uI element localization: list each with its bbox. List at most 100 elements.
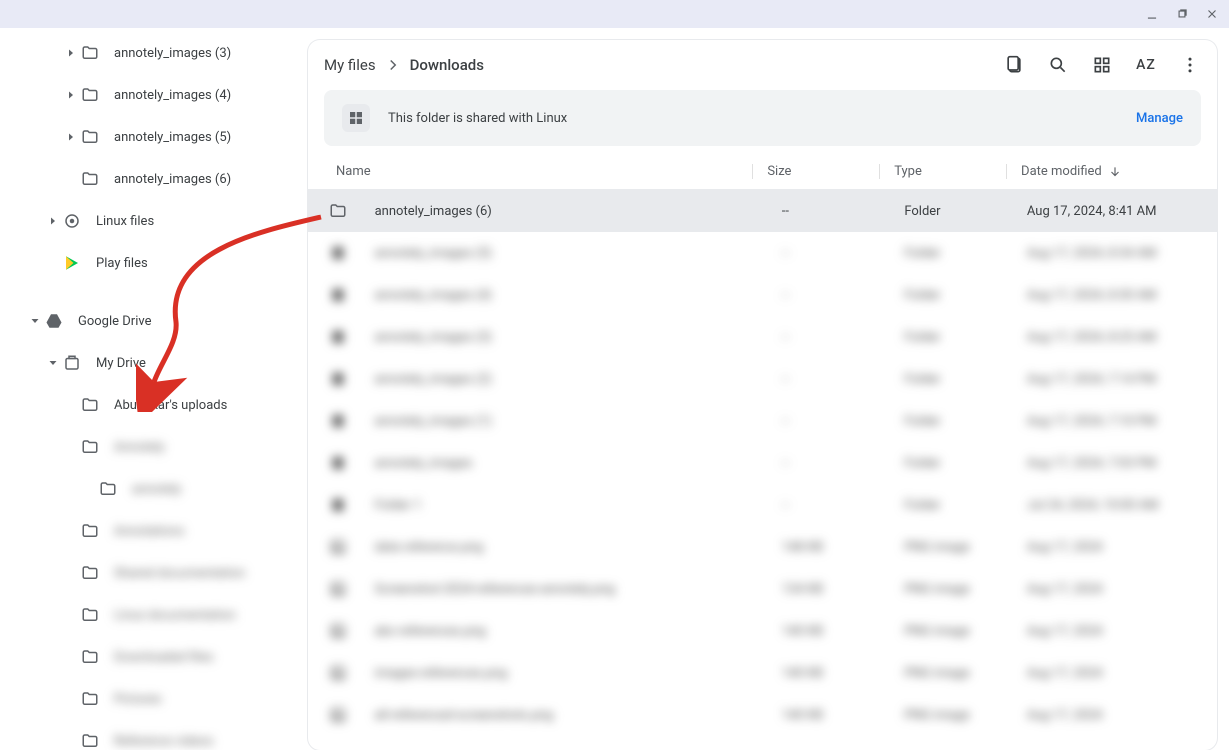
sidebar-item-label: My Drive — [96, 356, 146, 371]
main-panel: My files Downloads AZ — [308, 28, 1229, 750]
file-row[interactable]: data reference.png148 KBPNG imageAug 17,… — [308, 526, 1217, 568]
col-type-header[interactable]: Type — [879, 164, 1006, 179]
breadcrumb-root[interactable]: My files — [324, 56, 376, 74]
sidebar-item-label: annotely_images (3) — [114, 46, 231, 61]
file-row[interactable]: annotely_images (6)--FolderAug 17, 2024,… — [308, 190, 1217, 232]
sidebar-item[interactable]: Downloaded files — [0, 636, 308, 678]
file-row[interactable]: abc-references.png140 KBPNG imageAug 17,… — [308, 610, 1217, 652]
folder-icon — [80, 605, 100, 625]
file-type: PNG image — [890, 582, 1013, 597]
expand-icon[interactable] — [44, 254, 62, 272]
folder-icon — [328, 200, 349, 222]
toolbar: AZ — [1003, 54, 1201, 76]
col-name-header[interactable]: Name — [324, 164, 752, 179]
file-row[interactable]: annotely_images (4)--FolderAug 17, 2024,… — [308, 274, 1217, 316]
chevron-right-icon — [384, 56, 402, 74]
sidebar-item[interactable]: Play files — [0, 242, 308, 284]
col-size-header[interactable]: Size — [752, 164, 879, 179]
file-date: Aug 17, 2024, 8:25 AM — [1013, 330, 1201, 345]
expand-icon[interactable] — [62, 690, 80, 708]
folder-icon — [80, 127, 100, 147]
sidebar-item[interactable]: Shared documentation — [0, 552, 308, 594]
expand-icon[interactable] — [62, 128, 80, 146]
col-date-header[interactable]: Date modified — [1006, 164, 1201, 179]
file-name: abc-references.png — [375, 624, 768, 639]
sidebar-item[interactable]: annotely_images (5) — [0, 116, 308, 158]
file-row[interactable]: annotely_images (1)--FolderAug 17, 2024,… — [308, 400, 1217, 442]
img-icon — [328, 662, 349, 684]
sidebar-item[interactable]: Abubakar's uploads — [0, 384, 308, 426]
expand-icon[interactable] — [62, 732, 80, 750]
file-size: -- — [768, 246, 891, 261]
expand-icon[interactable] — [62, 606, 80, 624]
search-button[interactable] — [1047, 54, 1069, 76]
window-minimize-button[interactable] — [1143, 5, 1161, 23]
folder-icon — [80, 395, 100, 415]
file-date: Aug 17, 2024, 7:03 PM — [1013, 456, 1201, 471]
sidebar-item[interactable]: annotely_images (3) — [0, 32, 308, 74]
file-row[interactable]: annotely_images (2)--FolderAug 17, 2024,… — [308, 358, 1217, 400]
sidebar-item[interactable]: My Drive — [0, 342, 308, 384]
file-date: Aug 17, 2024, 8:34 AM — [1013, 246, 1201, 261]
folder-icon — [98, 479, 118, 499]
expand-icon[interactable] — [62, 648, 80, 666]
folder-icon — [80, 437, 100, 457]
panel-header: My files Downloads AZ — [308, 40, 1217, 90]
folder-icon — [80, 689, 100, 709]
expand-icon[interactable] — [44, 212, 62, 230]
more-button[interactable] — [1179, 54, 1201, 76]
sidebar-item-label: Pictures — [114, 692, 161, 707]
file-type: Folder — [890, 498, 1013, 513]
window-maximize-button[interactable] — [1173, 5, 1191, 23]
breadcrumb-current[interactable]: Downloads — [410, 56, 484, 74]
file-type: Folder — [890, 246, 1013, 261]
file-type: Folder — [890, 330, 1013, 345]
file-size: -- — [768, 414, 891, 429]
window-close-button[interactable] — [1203, 5, 1221, 23]
sidebar-item-label: Annotely — [114, 440, 165, 455]
file-row[interactable]: images-references.png140 KBPNG imageAug … — [308, 652, 1217, 694]
file-size: 140 KB — [768, 666, 891, 681]
expand-icon[interactable] — [62, 44, 80, 62]
sidebar-item[interactable]: annotely_images (4) — [0, 74, 308, 116]
file-row[interactable]: Screenshot-2024-references-annotely.png1… — [308, 568, 1217, 610]
file-row[interactable]: all-referenced-screenshots.png140 KBPNG … — [308, 694, 1217, 736]
file-size: -- — [768, 498, 891, 513]
sidebar-item[interactable]: Google Drive — [0, 300, 308, 342]
expand-icon[interactable] — [62, 522, 80, 540]
file-row[interactable]: annotely_images (5)--FolderAug 17, 2024,… — [308, 232, 1217, 274]
sidebar-item[interactable]: Linux documentation — [0, 594, 308, 636]
expand-icon[interactable] — [44, 354, 62, 372]
sidebar-item[interactable]: annotely_images (6) — [0, 158, 308, 200]
file-row[interactable]: Folder 1--FolderJul 24, 2024, 10:00 AM — [308, 484, 1217, 526]
manage-link[interactable]: Manage — [1136, 111, 1183, 126]
file-type: PNG image — [890, 708, 1013, 723]
sidebar-item[interactable]: Pictures — [0, 678, 308, 720]
folder-icon — [80, 521, 100, 541]
expand-icon[interactable] — [62, 86, 80, 104]
sidebar-item[interactable]: Annotations — [0, 510, 308, 552]
sidebar-item[interactable]: annotely — [0, 468, 308, 510]
folder-icon — [80, 563, 100, 583]
file-name: annotely_images (6) — [375, 204, 768, 219]
expand-icon[interactable] — [26, 312, 44, 330]
sidebar-item-label: annotely — [132, 482, 181, 497]
expand-icon[interactable] — [62, 564, 80, 582]
file-name: annotely_images (4) — [375, 288, 768, 303]
expand-icon[interactable] — [62, 170, 80, 188]
sidebar-item[interactable]: Annotely — [0, 426, 308, 468]
expand-icon[interactable] — [62, 396, 80, 414]
expand-icon[interactable] — [62, 438, 80, 456]
sidebar-item[interactable]: Linux files — [0, 200, 308, 242]
expand-icon[interactable] — [80, 480, 98, 498]
sidebar-item-label: Play files — [96, 256, 148, 271]
grid-view-button[interactable] — [1091, 54, 1113, 76]
zip-icon — [328, 368, 349, 390]
file-row[interactable]: annotely_images--FolderAug 17, 2024, 7:0… — [308, 442, 1217, 484]
sort-button[interactable]: AZ — [1135, 54, 1157, 76]
sidebar-item-label: Linux files — [96, 214, 154, 229]
clipboard-button[interactable] — [1003, 54, 1025, 76]
file-row[interactable]: annotely_images (3)--FolderAug 17, 2024,… — [308, 316, 1217, 358]
sidebar-item[interactable]: Reference videos — [0, 720, 308, 750]
img-icon — [328, 704, 349, 726]
